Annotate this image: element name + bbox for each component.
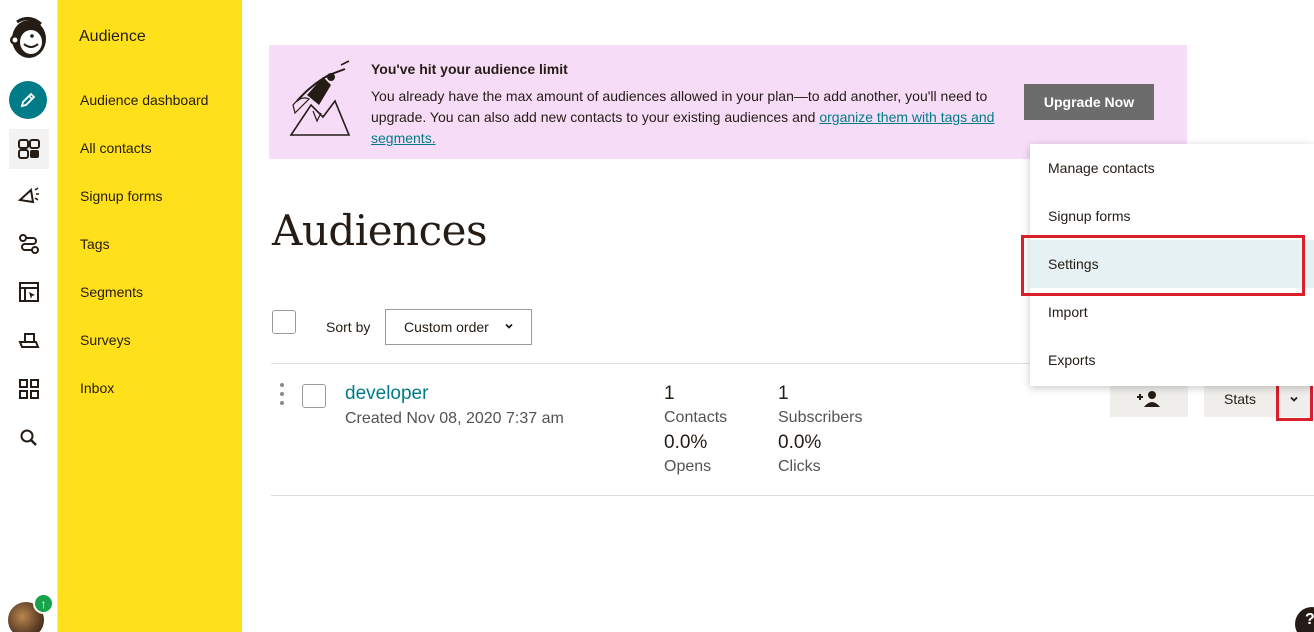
audience-actions-menu: Manage contacts Signup forms Settings Im…	[1030, 144, 1314, 386]
rail-website[interactable]	[9, 272, 49, 312]
automations-icon	[19, 234, 39, 254]
sort-select[interactable]: Custom order	[385, 309, 532, 345]
chevron-down-icon	[505, 323, 513, 329]
banner-text: You already have the max amount of audie…	[371, 86, 1011, 149]
sort-label: Sort by	[326, 319, 371, 335]
stats-dropdown-toggle[interactable]	[1278, 381, 1310, 417]
nav-item-signup-forms[interactable]: Signup forms	[80, 188, 162, 204]
audience-nav: Audience Audience dashboard All contacts…	[58, 0, 242, 632]
chevron-down-icon	[1290, 396, 1298, 402]
contacts-count: 1	[664, 383, 675, 404]
audience-created-date: Created Nov 08, 2020 7:37 am	[345, 410, 564, 427]
nav-item-segments[interactable]: Segments	[80, 284, 143, 300]
climber-illustration-icon	[289, 60, 351, 136]
upgrade-now-button[interactable]: Upgrade Now	[1024, 84, 1154, 120]
clicks-label: Clicks	[778, 458, 821, 475]
audience-name-link[interactable]: developer	[345, 383, 428, 405]
audience-limit-banner: You've hit your audience limit You alrea…	[269, 45, 1187, 159]
create-button[interactable]	[9, 81, 47, 119]
nav-item-inbox[interactable]: Inbox	[80, 380, 114, 396]
sort-selected-value: Custom order	[404, 319, 489, 335]
stats-button[interactable]: Stats	[1204, 381, 1276, 417]
rail-automations[interactable]	[9, 224, 49, 264]
menu-item-manage-contacts[interactable]: Manage contacts	[1030, 144, 1314, 192]
search-icon	[20, 429, 37, 446]
subscribers-label: Subscribers	[778, 409, 863, 426]
upgrade-arrow-icon[interactable]: ↑	[33, 593, 54, 614]
icon-rail: ↑	[0, 0, 58, 632]
audience-icon	[18, 139, 40, 159]
rail-integrations[interactable]	[9, 320, 49, 360]
integrations-icon	[18, 333, 40, 348]
grid-icon	[19, 379, 39, 399]
campaigns-icon	[17, 187, 39, 204]
page-title: Audiences	[272, 206, 488, 255]
help-button[interactable]: ?	[1295, 607, 1314, 632]
menu-item-settings[interactable]: Settings	[1030, 240, 1314, 288]
pencil-icon	[20, 92, 36, 108]
drag-handle-icon[interactable]	[280, 383, 284, 405]
rail-campaigns[interactable]	[9, 176, 49, 216]
opens-rate: 0.0%	[664, 432, 708, 453]
nav-title: Audience	[79, 28, 146, 45]
nav-item-all-contacts[interactable]: All contacts	[80, 140, 152, 156]
subscribers-count: 1	[778, 383, 789, 404]
menu-item-exports[interactable]: Exports	[1030, 336, 1314, 384]
nav-item-tags[interactable]: Tags	[80, 236, 110, 252]
add-contact-button[interactable]	[1110, 381, 1188, 417]
add-person-icon	[1137, 391, 1160, 407]
rail-audience[interactable]	[9, 129, 49, 169]
contacts-label: Contacts	[664, 409, 728, 426]
banner-title: You've hit your audience limit	[371, 61, 568, 77]
rail-search[interactable]	[9, 418, 49, 458]
opens-label: Opens	[664, 458, 712, 475]
nav-item-audience-dashboard[interactable]: Audience dashboard	[80, 92, 208, 108]
website-icon	[19, 282, 39, 302]
select-all-checkbox[interactable]	[272, 310, 296, 334]
rail-grid[interactable]	[9, 369, 49, 409]
row-divider-bottom	[271, 495, 1314, 496]
nav-item-surveys[interactable]: Surveys	[80, 332, 131, 348]
audience-row-checkbox[interactable]	[302, 384, 326, 408]
mailchimp-logo-icon[interactable]	[7, 14, 51, 62]
menu-item-signup-forms[interactable]: Signup forms	[1030, 192, 1314, 240]
menu-item-import[interactable]: Import	[1030, 288, 1314, 336]
clicks-rate: 0.0%	[778, 432, 822, 453]
